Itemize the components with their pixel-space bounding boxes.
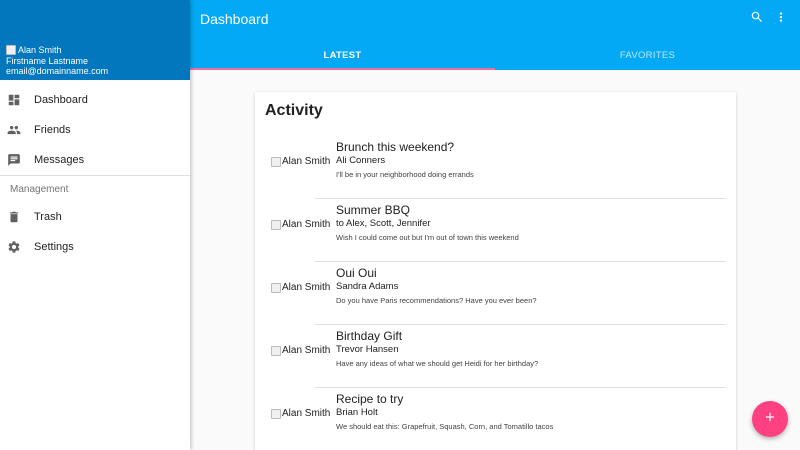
user-email: email@domainname.com (6, 66, 109, 76)
item-subtitle: Trevor Hansen (336, 344, 399, 355)
item-subtitle: Sandra Adams (336, 281, 399, 292)
tab-latest[interactable]: LATEST (190, 40, 495, 70)
list-item[interactable]: Alan Smith Recipe to try Brian Holt We s… (255, 388, 736, 450)
item-subtitle: Brian Holt (336, 407, 378, 418)
avatar-alt-text: Alan Smith (282, 219, 331, 230)
people-icon (7, 123, 21, 137)
broken-image-icon (6, 45, 16, 56)
broken-image-icon (271, 345, 281, 356)
avatar: Alan Smith (271, 408, 330, 419)
tab-bar: LATEST FAVORITES (190, 40, 800, 70)
item-title: Oui Oui (336, 266, 377, 280)
main-nav: Dashboard Friends Messages (0, 80, 190, 175)
list-item[interactable]: Alan Smith Summer BBQ to Alex, Scott, Je… (255, 199, 736, 262)
list-item[interactable]: Alan Smith Brunch this weekend? Ali Conn… (255, 136, 736, 199)
nav-item-messages[interactable]: Messages (0, 145, 190, 175)
navigation-drawer: Alan Smith Firstname Lastname email@doma… (0, 0, 190, 450)
main-content: Activity Alan Smith Brunch this weekend?… (190, 70, 800, 450)
nav-item-settings[interactable]: Settings (0, 232, 190, 262)
nav-item-label: Settings (34, 241, 74, 253)
item-title: Brunch this weekend? (336, 140, 455, 154)
tab-favorites[interactable]: FAVORITES (495, 40, 800, 70)
list-item[interactable]: Alan Smith Birthday Gift Trevor Hansen H… (255, 325, 736, 388)
card-title: Activity (265, 102, 323, 119)
page-title: Dashboard (200, 11, 269, 27)
item-body: Wish I could come out but I'm out of tow… (336, 233, 519, 242)
nav-item-label: Messages (34, 154, 85, 166)
avatar: Alan Smith (271, 219, 330, 230)
item-title: Summer BBQ (336, 203, 411, 217)
item-body: We should eat this: Grapefruit, Squash, … (336, 422, 554, 431)
avatar-alt-text: Alan Smith (282, 345, 331, 356)
item-title: Recipe to try (336, 392, 404, 406)
activity-list: Alan Smith Brunch this weekend? Ali Conn… (255, 136, 736, 450)
avatar-alt-text: Alan Smith (18, 45, 62, 55)
broken-image-icon (271, 408, 281, 419)
broken-image-icon (271, 282, 281, 293)
avatar-alt-text: Alan Smith (282, 282, 331, 293)
nav-item-friends[interactable]: Friends (0, 115, 190, 145)
user-name: Firstname Lastname (6, 55, 89, 66)
broken-image-icon (271, 156, 281, 167)
item-subtitle: to Alex, Scott, Jennifer (336, 218, 431, 229)
dashboard-icon (7, 93, 21, 107)
nav-item-dashboard[interactable]: Dashboard (0, 85, 190, 115)
avatar: Alan Smith (271, 282, 330, 293)
avatar: Alan Smith (271, 345, 330, 356)
more-vert-icon[interactable] (774, 10, 788, 29)
drawer-header: Alan Smith Firstname Lastname email@doma… (0, 0, 190, 80)
app-bar: Dashboard LATEST FAVORITES (190, 0, 800, 70)
avatar: Alan Smith (271, 156, 330, 167)
add-button[interactable] (752, 401, 788, 437)
message-icon (7, 153, 21, 167)
activity-card: Activity Alan Smith Brunch this weekend?… (255, 92, 736, 450)
plus-icon (763, 410, 777, 429)
nav-subheader: Management (10, 183, 69, 195)
item-title: Birthday Gift (336, 329, 403, 343)
nav-item-label: Dashboard (34, 94, 88, 106)
broken-image-icon (271, 219, 281, 230)
management-nav: Trash Settings (0, 202, 190, 262)
list-item[interactable]: Alan Smith Oui Oui Sandra Adams Do you h… (255, 262, 736, 325)
nav-item-trash[interactable]: Trash (0, 202, 190, 232)
app-bar-actions (750, 10, 788, 29)
avatar: Alan Smith (6, 45, 190, 56)
item-subtitle: Ali Conners (336, 155, 386, 166)
search-icon[interactable] (750, 10, 764, 29)
nav-item-label: Friends (34, 124, 71, 136)
item-body: Have any ideas of what we should get Hei… (336, 359, 539, 368)
avatar-alt-text: Alan Smith (282, 408, 331, 419)
gear-icon (7, 240, 21, 254)
tab-indicator (190, 68, 495, 70)
item-body: Do you have Paris recommendations? Have … (336, 296, 537, 305)
trash-icon (7, 210, 21, 224)
nav-item-label: Trash (34, 211, 62, 223)
item-body: I'll be in your neighborhood doing erran… (336, 170, 474, 179)
avatar-alt-text: Alan Smith (282, 156, 331, 167)
